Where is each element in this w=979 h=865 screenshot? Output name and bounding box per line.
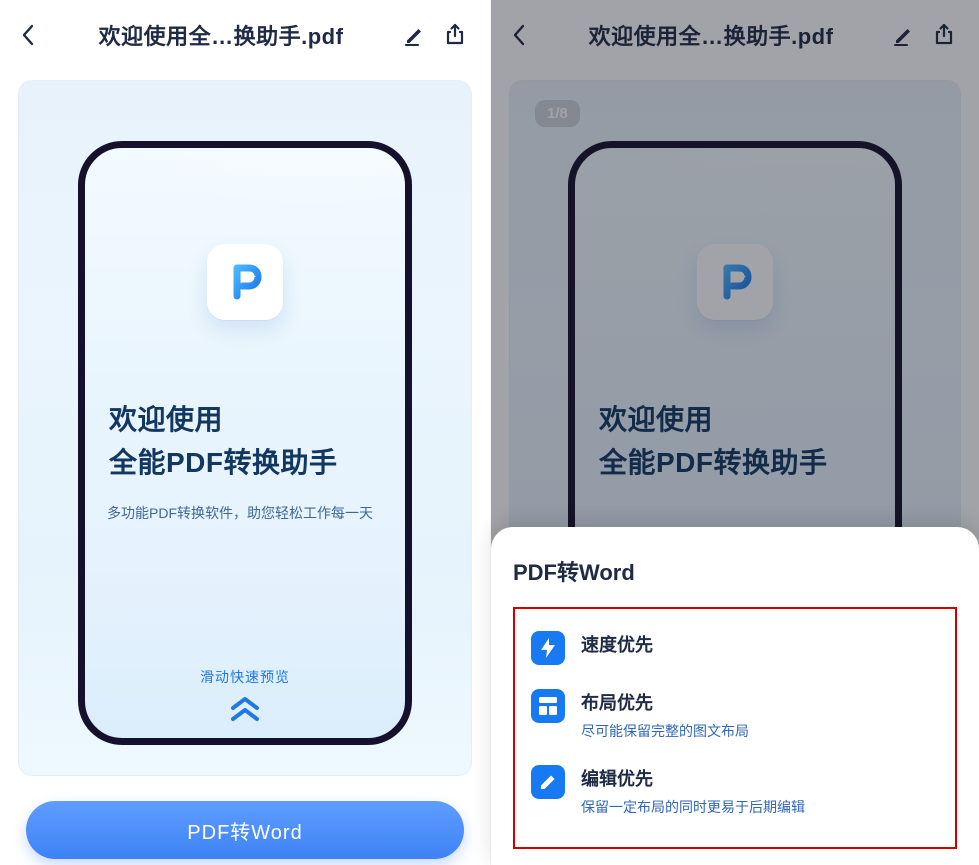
back-icon: [21, 23, 37, 47]
preview-card: 欢迎使用 全能PDF转换助手 多功能PDF转换软件，助您轻松工作每一天 滑动快速…: [18, 80, 472, 776]
option-desc: 尽可能保留完整的图文布局: [581, 721, 749, 741]
page-title: 欢迎使用全…换助手.pdf: [54, 19, 388, 51]
top-nav: 欢迎使用全…换助手.pdf: [0, 0, 490, 70]
option-edit-first[interactable]: 编辑优先 保留一定布局的同时更易于后期编辑: [527, 753, 943, 829]
swipe-hint: 滑动快速预览: [200, 667, 290, 728]
welcome-subtitle: 多功能PDF转换软件，助您轻松工作每一天: [107, 503, 373, 523]
edit-icon: [531, 765, 565, 799]
pdf-to-word-button[interactable]: PDF转Word: [26, 801, 464, 859]
option-texts: 编辑优先 保留一定布局的同时更易于后期编辑: [581, 765, 805, 817]
screenshot-right: 欢迎使用全…换助手.pdf 欢迎使用 全能PDF转换助手 1/8: [490, 0, 979, 865]
option-desc: 保留一定布局的同时更易于后期编辑: [581, 797, 805, 817]
phone-mockup: 欢迎使用 全能PDF转换助手 多功能PDF转换软件，助您轻松工作每一天 滑动快速…: [78, 141, 412, 745]
option-title: 编辑优先: [581, 765, 805, 791]
double-chevron-up-icon: [200, 695, 290, 728]
pencil-icon: [404, 24, 426, 46]
conversion-options-box: 速度优先 布局优先 尽可能保留完整的图文布局 编辑优先 保留一定布局的同: [513, 607, 957, 849]
p-arrow-logo: [223, 260, 267, 304]
welcome-line-2: 全能PDF转换助手: [109, 441, 381, 484]
option-speed-first[interactable]: 速度优先: [527, 619, 943, 677]
option-layout-first[interactable]: 布局优先 尽可能保留完整的图文布局: [527, 677, 943, 753]
welcome-title: 欢迎使用 全能PDF转换助手: [107, 398, 383, 485]
back-button[interactable]: [18, 24, 40, 46]
bolt-icon: [531, 631, 565, 665]
edit-button[interactable]: [402, 22, 428, 48]
app-icon: [207, 244, 283, 320]
cta-wrap: PDF转Word: [0, 801, 490, 859]
swipe-hint-text: 滑动快速预览: [200, 667, 290, 687]
share-icon: [444, 23, 466, 47]
welcome-line-1: 欢迎使用: [109, 398, 381, 441]
option-texts: 布局优先 尽可能保留完整的图文布局: [581, 689, 749, 741]
option-title: 速度优先: [581, 631, 653, 657]
layout-icon: [531, 689, 565, 723]
option-title: 布局优先: [581, 689, 749, 715]
pdf-to-word-sheet: PDF转Word 速度优先 布局优先 尽可能保留完整的图文布局: [491, 527, 979, 865]
option-texts: 速度优先: [581, 631, 653, 657]
screenshot-left: 欢迎使用全…换助手.pdf 欢迎使用 全能PDF转换助手 多功能PDF转换软件，…: [0, 0, 490, 865]
pdf-to-word-label: PDF转Word: [187, 816, 302, 845]
sheet-title: PDF转Word: [513, 555, 957, 587]
share-button[interactable]: [442, 22, 468, 48]
